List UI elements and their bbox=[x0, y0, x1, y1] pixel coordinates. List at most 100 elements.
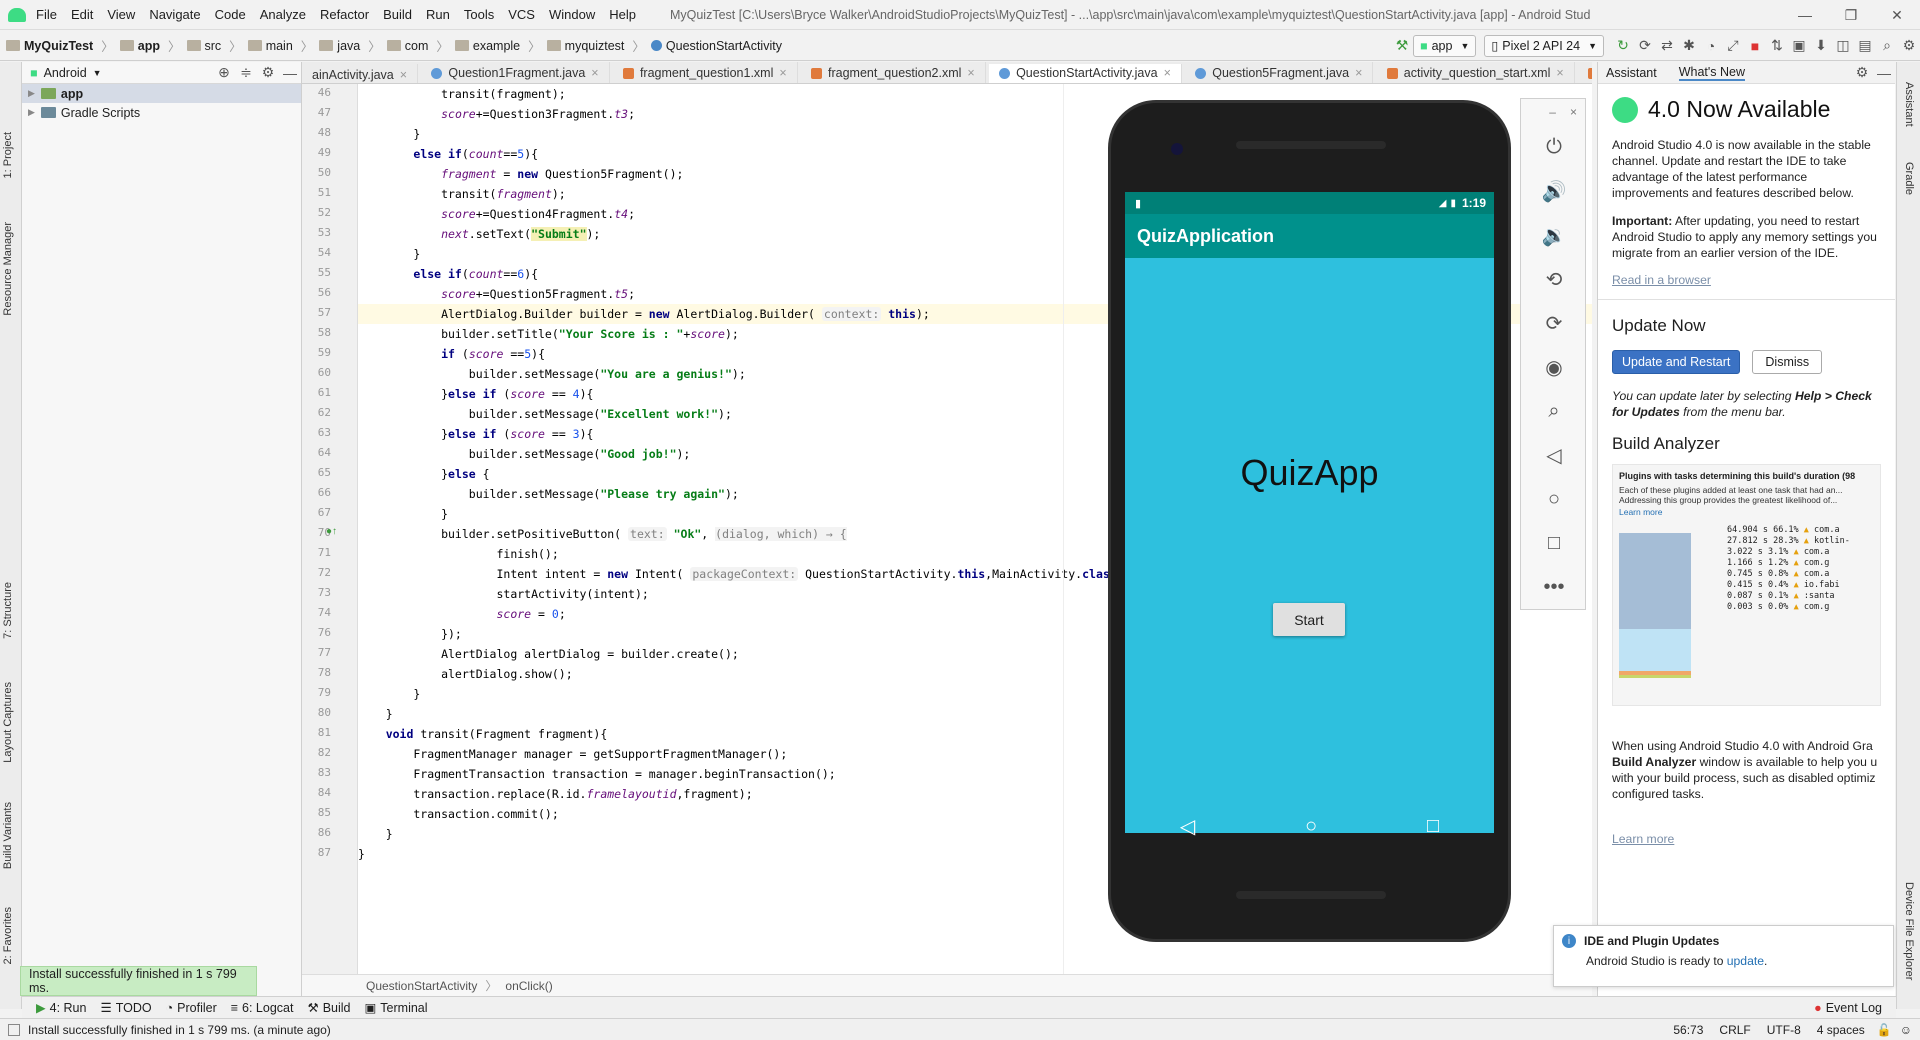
hide-icon[interactable]: — bbox=[1873, 62, 1895, 84]
more-icon[interactable]: ••• bbox=[1521, 565, 1587, 609]
avd-manager-icon[interactable]: ▣ bbox=[1788, 35, 1810, 57]
recents-icon[interactable]: □ bbox=[1427, 815, 1439, 838]
learn-more-link[interactable]: Learn more bbox=[1612, 832, 1674, 846]
crumb-method[interactable]: onClick() bbox=[505, 979, 552, 993]
close-icon[interactable]: × bbox=[1164, 66, 1171, 80]
tab-whats-new[interactable]: What's New bbox=[1678, 65, 1746, 81]
read-in-browser-link[interactable]: Read in a browser bbox=[1612, 273, 1711, 287]
menu-file[interactable]: File bbox=[36, 7, 57, 22]
tab-activity-question-start-xml[interactable]: activity_question_start.xml × bbox=[1377, 62, 1575, 83]
breadcrumb-app[interactable]: app 〉 bbox=[119, 36, 181, 55]
rotate-right-icon[interactable]: ⟳ bbox=[1521, 301, 1587, 345]
status-toggle-icon[interactable] bbox=[8, 1023, 20, 1036]
camera-icon[interactable]: ◉ bbox=[1521, 345, 1587, 389]
menu-run[interactable]: Run bbox=[426, 7, 450, 22]
tree-item-app[interactable]: ▶ app bbox=[22, 84, 301, 103]
menu-view[interactable]: View bbox=[107, 7, 135, 22]
run-config-select[interactable]: ■ app ▼ bbox=[1413, 34, 1477, 57]
menu-navigate[interactable]: Navigate bbox=[149, 7, 200, 22]
start-button[interactable]: Start bbox=[1273, 603, 1345, 636]
close-icon[interactable]: × bbox=[591, 66, 598, 80]
tab-project[interactable]: 1: Project bbox=[2, 132, 14, 178]
zoom-icon[interactable]: ⌕ bbox=[1521, 389, 1587, 433]
tab-build-variants[interactable]: Build Variants bbox=[2, 802, 14, 869]
project-view-select[interactable]: Android bbox=[44, 66, 87, 80]
locate-icon[interactable]: ⊕ bbox=[213, 62, 235, 84]
apply-code-changes-icon[interactable]: ⇄ bbox=[1656, 35, 1678, 57]
tool-run[interactable]: ▶ 4: Run bbox=[36, 1000, 86, 1016]
expand-arrow-icon[interactable]: ▶ bbox=[28, 88, 35, 99]
breadcrumb-example[interactable]: example 〉 bbox=[454, 36, 541, 55]
menu-edit[interactable]: Edit bbox=[71, 7, 93, 22]
tab-fragment-question2-xml[interactable]: fragment_question2.xml × bbox=[801, 62, 986, 83]
line-separator[interactable]: CRLF bbox=[1719, 1023, 1750, 1037]
close-icon[interactable]: × bbox=[779, 66, 786, 80]
tool-todo[interactable]: ☰ TODO bbox=[100, 1000, 151, 1016]
tool-logcat[interactable]: ≡ 6: Logcat bbox=[231, 1001, 294, 1015]
tree-item-gradle-scripts[interactable]: ▶ Gradle Scripts bbox=[22, 103, 301, 122]
close-icon[interactable]: × bbox=[967, 66, 974, 80]
file-encoding[interactable]: UTF-8 bbox=[1767, 1023, 1801, 1037]
breadcrumb-java[interactable]: java 〉 bbox=[319, 36, 381, 55]
tab-structure[interactable]: 7: Structure bbox=[2, 582, 14, 639]
tab-gradle[interactable]: Gradle bbox=[1903, 162, 1915, 195]
tab-assistant[interactable]: Assistant bbox=[1606, 66, 1657, 80]
overview-icon[interactable]: □ bbox=[1521, 521, 1587, 565]
back-icon[interactable]: ◁ bbox=[1180, 814, 1195, 839]
caret-position[interactable]: 56:73 bbox=[1673, 1023, 1703, 1037]
tab-assistant-side[interactable]: Assistant bbox=[1903, 82, 1915, 127]
close-icon[interactable]: × bbox=[1355, 66, 1362, 80]
debug-icon[interactable]: ✱ bbox=[1678, 35, 1700, 57]
ide-update-notification[interactable]: i IDE and Plugin Updates Android Studio … bbox=[1553, 925, 1894, 987]
dismiss-button[interactable]: Dismiss bbox=[1752, 350, 1823, 374]
menu-code[interactable]: Code bbox=[215, 7, 246, 22]
breadcrumb-project[interactable]: MyQuizTest 〉 bbox=[6, 36, 114, 55]
tab-question1-fragment[interactable]: Question1Fragment.java × bbox=[421, 62, 610, 83]
home-icon[interactable]: ○ bbox=[1305, 815, 1317, 838]
git-icon[interactable]: ☺ bbox=[1900, 1023, 1912, 1037]
close-icon[interactable]: ✕ bbox=[1874, 7, 1920, 24]
tab-activity-more[interactable]: activity bbox=[1578, 62, 1592, 83]
close-icon[interactable]: × bbox=[1570, 105, 1577, 119]
tool-profiler[interactable]: ◔ Profiler bbox=[166, 1001, 217, 1015]
volume-up-icon[interactable]: 🔊 bbox=[1521, 169, 1587, 213]
collapse-icon[interactable]: ≑ bbox=[235, 62, 257, 84]
tab-resource-manager[interactable]: Resource Manager bbox=[2, 222, 14, 316]
profile-icon[interactable]: ◔ bbox=[1700, 35, 1722, 57]
tab-fragment-question1-xml[interactable]: fragment_question1.xml × bbox=[613, 62, 798, 83]
minimize-icon[interactable]: – bbox=[1549, 105, 1556, 119]
device-select[interactable]: ▯ Pixel 2 API 24 ▼ bbox=[1484, 34, 1604, 57]
gear-icon[interactable]: ⚙ bbox=[1851, 62, 1873, 84]
tab-favorites[interactable]: 2: Favorites bbox=[2, 907, 14, 964]
tab-main-activity[interactable]: ainActivity.java × bbox=[302, 63, 419, 83]
emulator-screen[interactable]: ▮ ◢ ▮ 1:19 QuizApplication QuizApp Start bbox=[1125, 192, 1494, 833]
tool-terminal[interactable]: ▣ Terminal bbox=[364, 1000, 427, 1016]
hide-icon[interactable]: — bbox=[279, 62, 301, 84]
home-icon[interactable]: ○ bbox=[1521, 477, 1587, 521]
close-icon[interactable]: × bbox=[1556, 66, 1563, 80]
chevron-down-icon[interactable]: ▼ bbox=[93, 68, 102, 78]
tab-question5-fragment[interactable]: Question5Fragment.java × bbox=[1185, 62, 1374, 83]
stop-icon[interactable]: ■ bbox=[1744, 35, 1766, 57]
hammer-build-icon[interactable]: ⚒ bbox=[1391, 35, 1413, 57]
breadcrumb-myquiztest[interactable]: myquiztest 〉 bbox=[546, 36, 645, 55]
attach-debugger-icon[interactable]: ⤢ bbox=[1722, 35, 1744, 57]
maximize-icon[interactable]: ❐ bbox=[1828, 7, 1874, 24]
gear-icon[interactable]: ⚙ bbox=[257, 62, 279, 84]
breadcrumb-main[interactable]: main 〉 bbox=[247, 36, 313, 55]
menu-window[interactable]: Window bbox=[549, 7, 595, 22]
breadcrumb-class[interactable]: QuestionStartActivity bbox=[650, 39, 782, 53]
menu-vcs[interactable]: VCS bbox=[508, 7, 535, 22]
indent-setting[interactable]: 4 spaces bbox=[1817, 1023, 1865, 1037]
update-and-restart-button[interactable]: Update and Restart bbox=[1612, 350, 1741, 374]
sync-gradle-icon[interactable]: ⇅ bbox=[1766, 35, 1788, 57]
breadcrumb-com[interactable]: com 〉 bbox=[386, 36, 449, 55]
crumb-class[interactable]: QuestionStartActivity bbox=[366, 979, 477, 993]
lock-icon[interactable]: 🔓 bbox=[1877, 1023, 1892, 1037]
notif-update-link[interactable]: update bbox=[1727, 954, 1764, 968]
menu-analyze[interactable]: Analyze bbox=[260, 7, 306, 22]
rotate-left-icon[interactable]: ⟲ bbox=[1521, 257, 1587, 301]
project-structure-icon[interactable]: ▤ bbox=[1854, 35, 1876, 57]
tool-event-log[interactable]: ● Event Log bbox=[1814, 1001, 1882, 1015]
sdk-manager-icon[interactable]: ⬇ bbox=[1810, 35, 1832, 57]
